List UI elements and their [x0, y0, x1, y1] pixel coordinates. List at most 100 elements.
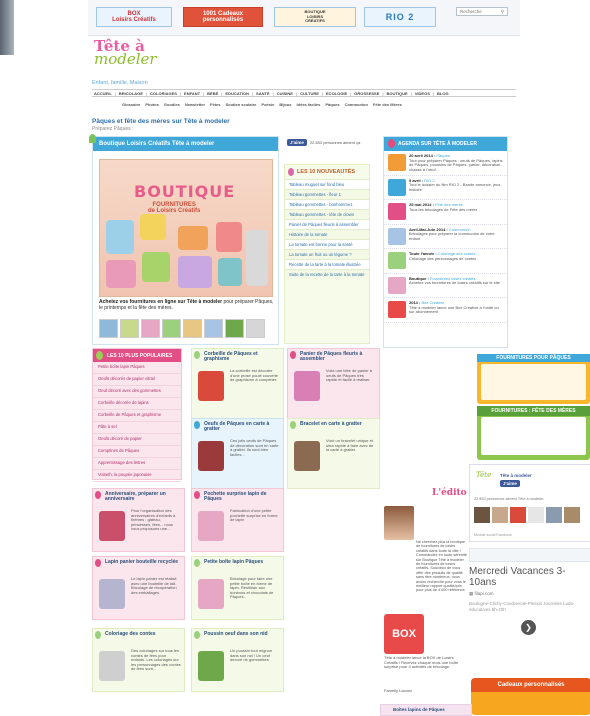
thumb[interactable]	[225, 319, 244, 338]
box-logo[interactable]: BOX	[384, 614, 424, 654]
subnav-item[interactable]: Idées faciles	[297, 102, 321, 109]
rio-banner[interactable]: RIO 2	[364, 7, 436, 27]
avatar[interactable]	[474, 507, 490, 523]
nav-item[interactable]: ENFANT	[184, 91, 200, 96]
nav-item[interactable]: COLORIAGES	[150, 91, 177, 96]
nav-item[interactable]: BÉBÉ	[207, 91, 218, 96]
thumb[interactable]	[162, 319, 181, 338]
nouveaute-item[interactable]: La tomate est bonne pour la santé	[285, 239, 369, 249]
agenda-item[interactable]: 25 mai 2014 : Fête des mères Tous les bri…	[384, 200, 507, 225]
cadeaux-banner[interactable]: 1001 Cadeaux personnalisés	[183, 7, 263, 27]
popular-item[interactable]: Oeufs décoré de papier	[93, 434, 181, 446]
popular-item[interactable]: Voiseth, la poupée japonaise	[93, 470, 181, 482]
article-card-title[interactable]: Anniversaire, préparer un anniversaire	[93, 489, 184, 506]
agenda-item[interactable]: Toute l'année : Coloriage des contes Colo…	[384, 249, 507, 274]
article-card-image[interactable]	[294, 441, 320, 471]
nav-item[interactable]: SANTÉ	[256, 91, 270, 96]
article-card-image[interactable]	[99, 511, 125, 541]
nav-item[interactable]: CUISINE	[277, 91, 293, 96]
avatar[interactable]	[492, 507, 508, 523]
article-card[interactable]: Bracelet en carte à gratter Voici un brac…	[287, 418, 380, 489]
popular-item[interactable]: Petite boîte lapin Pâques	[93, 362, 181, 374]
thumb[interactable]	[204, 319, 223, 338]
nav-item[interactable]: ACCUEIL	[94, 91, 112, 96]
article-card-image[interactable]	[198, 511, 224, 541]
last-card[interactable]: Boîtes lapins de Pâques	[380, 704, 472, 716]
thumb[interactable]	[99, 319, 118, 338]
article-card-title[interactable]: Poussin oeuf dans son nid	[192, 629, 283, 646]
article-card-title[interactable]: Pochette surprise lapin de Pâques	[192, 489, 283, 506]
boutique-header[interactable]: Boutique Loisirs Créatifs Tête à modeler	[89, 134, 278, 151]
box-loisirs-banner[interactable]: BOX Loisirs Créatifs	[96, 7, 172, 27]
article-card-image[interactable]	[198, 441, 224, 471]
agenda-item[interactable]: Avril-Mai-Juin 2014 : Communion Bricolage…	[384, 225, 507, 249]
article-card-title[interactable]: Coloriage des contes	[93, 629, 184, 646]
article-card[interactable]: Lapin panier bouteille recyclée Le lapin …	[92, 556, 185, 620]
subnav-item[interactable]: Poésie	[261, 102, 274, 109]
site-logo[interactable]: Tête à modeler	[94, 39, 157, 67]
nav-item[interactable]: ECOLOGIE	[326, 91, 347, 96]
nouveaute-item[interactable]: Tableau gommettes - bonhomme1	[285, 199, 369, 209]
popular-item[interactable]: Comptines de Pâques	[93, 446, 181, 458]
fb-page-like-button[interactable]: J'aime	[500, 480, 520, 487]
subnav-item[interactable]: Soutien scolaire	[226, 102, 257, 109]
agenda-item[interactable]: 2014 : Box Créative Tête à modeler lance …	[384, 298, 507, 323]
subnav-item[interactable]: Photos	[145, 102, 159, 109]
popular-item[interactable]: Pâte à sel	[93, 422, 181, 434]
article-card-title[interactable]: Petite boîte lapin Pâques	[192, 557, 283, 574]
boutique-banner[interactable]: BOUTIQUE LOISIRS CRÉATIFS	[274, 7, 356, 27]
cadeaux-tile[interactable]: Cadeaux personnalisés	[471, 678, 590, 715]
subnav-item[interactable]: Newsletter	[185, 102, 205, 109]
nouveaute-item[interactable]: Recette de la tarte à la tomate illustré…	[285, 259, 369, 269]
article-card-image[interactable]	[99, 579, 125, 609]
subnav-item[interactable]: Glossaire	[122, 102, 140, 109]
popular-item[interactable]: Apprentissage des lettres	[93, 458, 181, 470]
facebook-like-button[interactable]: J'aime	[287, 139, 307, 146]
ad-block[interactable]: Mercredi Vacances 3-10ans ▦ filapi.com B…	[469, 548, 590, 670]
article-card-title[interactable]: Panier de Pâques fleuris à assembler	[288, 349, 379, 366]
article-card-title[interactable]: Lapin panier bouteille recyclée	[93, 557, 184, 574]
article-card-image[interactable]	[198, 651, 224, 681]
article-card[interactable]: Coloriage des contes Des coloriages sur t…	[92, 628, 185, 692]
thumb[interactable]	[183, 319, 202, 338]
nouveaute-item[interactable]: Histoire de la tomate	[285, 229, 369, 239]
nav-item[interactable]: VIDEOS	[415, 91, 430, 96]
article-card-image[interactable]	[198, 371, 224, 401]
thumb[interactable]	[246, 319, 265, 338]
subnav-item[interactable]: Fêtes	[210, 102, 220, 109]
article-card[interactable]: Anniversaire, préparer un anniversaire Po…	[92, 488, 185, 552]
subnav-item[interactable]: Fête des Mères	[373, 102, 402, 109]
ad-headline[interactable]: Mercredi Vacances 3-10ans	[469, 566, 590, 588]
article-card[interactable]: Panier de Pâques fleuris à assembler Voic…	[287, 348, 380, 419]
article-card-title[interactable]: Oeufs de Pâques en carte à gratter	[192, 419, 283, 436]
nav-item[interactable]: BRICOLAGE	[119, 91, 143, 96]
nouveaute-item[interactable]: Tableau gommettes - tête de clown	[285, 209, 369, 219]
article-card-title[interactable]: Bracelet en carte à gratter	[288, 419, 379, 436]
nav-item[interactable]: EDUCATION	[225, 91, 248, 96]
fb-page-name[interactable]: Tête à modeler	[500, 473, 532, 478]
fournitures-meres-tile[interactable]: FOURNITURES : FÊTE DES MÈRES	[477, 406, 590, 460]
search-icon[interactable]: ⚲	[501, 9, 504, 15]
thumb[interactable]	[120, 319, 139, 338]
nouveaute-item[interactable]: Tableau gommettes - fleur 1	[285, 189, 369, 199]
nav-item[interactable]: CULTURE	[300, 91, 319, 96]
article-card-title[interactable]: Corbeille de Pâques et graphisme	[192, 349, 283, 366]
agenda-item[interactable]: 9 avril : RIO 2 Tout le dossier du film R…	[384, 176, 507, 200]
article-card-image[interactable]	[198, 579, 224, 609]
nouveaute-item[interactable]: La tomate un fruit ou un légume ?	[285, 249, 369, 259]
thumb[interactable]	[141, 319, 160, 338]
search-input[interactable]: Recherche ⚲	[456, 7, 508, 16]
nav-item[interactable]: BOUTIQUE	[387, 91, 408, 96]
popular-item[interactable]: Oeuf décoré avec des gommettes	[93, 386, 181, 398]
article-card[interactable]: Poussin oeuf dans son nid Un poussin tout…	[191, 628, 284, 692]
popular-item[interactable]: Oeufs décorés de papier vitrail	[93, 374, 181, 386]
nouveaute-item[interactable]: Panier de Pâques fleuris à assembler	[285, 219, 369, 229]
article-card[interactable]: Corbeille de Pâques et graphisme La corbe…	[191, 348, 284, 419]
subnav-item[interactable]: Pâques	[325, 102, 339, 109]
avatar[interactable]	[546, 507, 562, 523]
avatar[interactable]	[528, 507, 544, 523]
article-card-image[interactable]	[99, 651, 125, 681]
avatar[interactable]	[564, 507, 580, 523]
subnav-item[interactable]: Bijoux	[279, 102, 291, 109]
arrow-right-icon[interactable]: ❯	[521, 620, 536, 635]
